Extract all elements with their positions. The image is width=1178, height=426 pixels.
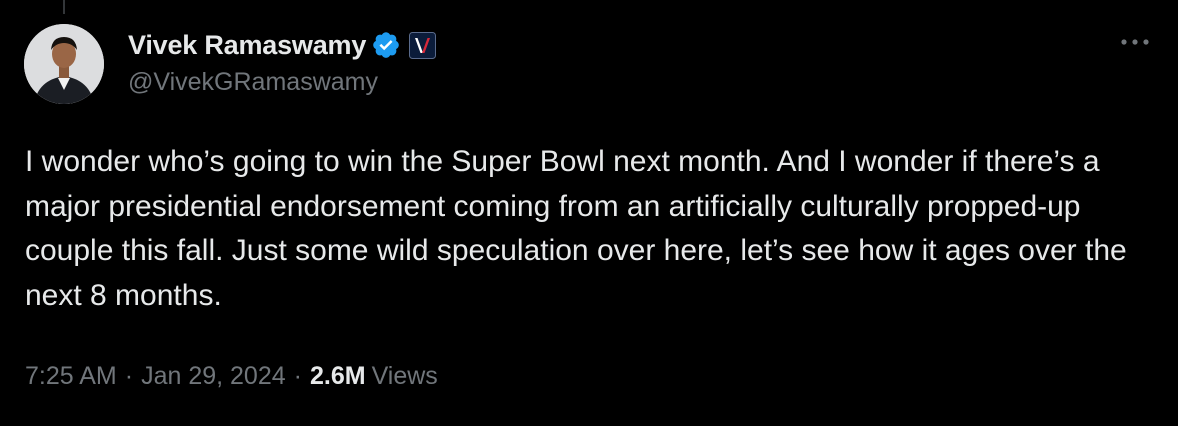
tweet-date[interactable]: Jan 29, 2024 bbox=[141, 362, 286, 391]
views-count[interactable]: 2.6M bbox=[310, 362, 366, 391]
more-options-icon bbox=[1121, 39, 1149, 45]
thread-connector-line bbox=[63, 0, 65, 14]
separator-dot: · bbox=[124, 362, 134, 390]
tweet-text: I wonder who’s going to win the Super Bo… bbox=[25, 145, 1127, 312]
more-options-button[interactable] bbox=[1118, 30, 1152, 54]
views-label[interactable]: Views bbox=[372, 362, 438, 391]
author-name-row: Vivek Ramaswamy bbox=[128, 27, 437, 63]
affiliate-v-logo-icon[interactable] bbox=[409, 31, 437, 59]
author-handle[interactable]: @VivekGRamaswamy bbox=[128, 68, 378, 97]
avatar[interactable] bbox=[24, 24, 104, 104]
avatar-photo bbox=[24, 24, 104, 104]
author-display-name[interactable]: Vivek Ramaswamy bbox=[128, 30, 366, 61]
verified-badge-icon[interactable] bbox=[371, 30, 401, 60]
separator-dot: · bbox=[293, 362, 302, 390]
tweet-metadata: 7:25 AM · Jan 29, 2024 · 2.6M Views bbox=[25, 362, 438, 391]
tweet-time[interactable]: 7:25 AM bbox=[25, 362, 117, 391]
